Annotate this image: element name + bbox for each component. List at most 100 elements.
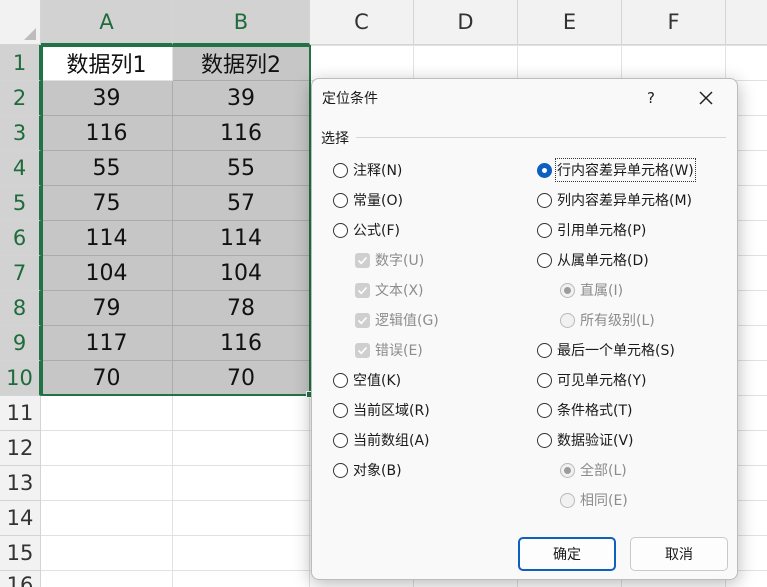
option-errors: 错误(E)	[355, 340, 423, 360]
radio-all-levels	[560, 312, 575, 328]
row-header-14[interactable]: 14	[0, 501, 41, 536]
select-all-corner[interactable]	[0, 0, 41, 45]
radio-current-region[interactable]	[333, 402, 348, 418]
checkmark-icon	[357, 256, 368, 264]
empty-grid-left	[41, 396, 310, 587]
option-objects[interactable]: 对象(B)	[333, 460, 402, 480]
row-header-5[interactable]: 5	[0, 186, 41, 221]
column-header-g[interactable]	[726, 0, 767, 45]
cell-b7[interactable]: 104	[173, 256, 310, 291]
cell-b2[interactable]: 39	[173, 81, 310, 116]
column-header-a[interactable]: A	[41, 0, 173, 45]
checkmark-icon	[357, 316, 368, 324]
radio-data-validation[interactable]	[537, 432, 552, 448]
radio-row-differences[interactable]	[537, 162, 552, 178]
close-button[interactable]	[689, 84, 723, 112]
cell-a8[interactable]: 79	[41, 291, 173, 326]
cell-a1[interactable]: 数据列1	[41, 45, 173, 81]
option-precedents[interactable]: 引用单元格(P)	[537, 220, 646, 240]
option-direct-only: 直属(I)	[560, 280, 623, 300]
option-formulas[interactable]: 公式(F)	[333, 220, 400, 240]
option-current-array[interactable]: 当前数组(A)	[333, 430, 430, 450]
radio-all	[560, 462, 575, 478]
dialog-titlebar[interactable]: 定位条件 ?	[312, 79, 737, 117]
row-header-1[interactable]: 1	[0, 45, 41, 81]
radio-comments[interactable]	[333, 162, 348, 178]
radio-blanks[interactable]	[333, 372, 348, 388]
radio-objects[interactable]	[333, 462, 348, 478]
radio-precedents[interactable]	[537, 222, 552, 238]
checkbox-numbers	[355, 252, 370, 268]
option-current-region[interactable]: 当前区域(R)	[333, 400, 430, 420]
column-header-f[interactable]: F	[622, 0, 726, 45]
cell-b1[interactable]: 数据列2	[173, 45, 310, 81]
cell-b9[interactable]: 116	[173, 326, 310, 361]
option-text: 文本(X)	[355, 280, 424, 300]
row-header-4[interactable]: 4	[0, 151, 41, 186]
option-last-cell[interactable]: 最后一个单元格(S)	[537, 340, 675, 360]
option-all-levels: 所有级别(L)	[560, 310, 655, 330]
option-comments[interactable]: 注释(N)	[333, 160, 402, 180]
cell-a4[interactable]: 55	[41, 151, 173, 186]
column-header-e[interactable]: E	[518, 0, 622, 45]
option-data-validation[interactable]: 数据验证(V)	[537, 430, 634, 450]
ok-button[interactable]: 确定	[518, 537, 616, 571]
checkmark-icon	[357, 346, 368, 354]
option-column-differences[interactable]: 列内容差异单元格(M)	[537, 190, 692, 210]
option-row-differences[interactable]: 行内容差异单元格(W)	[537, 158, 696, 182]
row-header-9[interactable]: 9	[0, 326, 41, 361]
cell-a5[interactable]: 75	[41, 186, 173, 221]
row-header-11[interactable]: 11	[0, 396, 41, 431]
cell-a9[interactable]: 117	[41, 326, 173, 361]
row-header-2[interactable]: 2	[0, 81, 41, 116]
radio-constants[interactable]	[333, 192, 348, 208]
cell-a6[interactable]: 114	[41, 221, 173, 256]
cell-b4[interactable]: 55	[173, 151, 310, 186]
radio-formulas[interactable]	[333, 222, 348, 238]
cell-a2[interactable]: 39	[41, 81, 173, 116]
row-header-13[interactable]: 13	[0, 466, 41, 501]
option-visible-cells[interactable]: 可见单元格(Y)	[537, 370, 646, 390]
selection-group-label: 选择	[321, 131, 349, 147]
option-same: 相同(E)	[560, 490, 628, 510]
radio-dependents[interactable]	[537, 252, 552, 268]
row-header-6[interactable]: 6	[0, 221, 41, 256]
close-icon	[699, 91, 713, 105]
cell-a7[interactable]: 104	[41, 256, 173, 291]
group-divider	[356, 137, 726, 138]
option-constants[interactable]: 常量(O)	[333, 190, 403, 210]
row-header-8[interactable]: 8	[0, 291, 41, 326]
radio-current-array[interactable]	[333, 432, 348, 448]
row-header-15[interactable]: 15	[0, 536, 41, 571]
row-header-3[interactable]: 3	[0, 116, 41, 151]
option-logicals: 逻辑值(G)	[355, 310, 439, 330]
row-header-10[interactable]: 10	[0, 361, 41, 396]
cell-b10[interactable]: 70	[173, 361, 310, 396]
checkbox-errors	[355, 342, 370, 358]
radio-visible-cells[interactable]	[537, 372, 552, 388]
cell-b8[interactable]: 78	[173, 291, 310, 326]
cell-b3[interactable]: 116	[173, 116, 310, 151]
option-blanks[interactable]: 空值(K)	[333, 370, 401, 390]
radio-conditional-formats[interactable]	[537, 402, 552, 418]
column-header-d[interactable]: D	[414, 0, 518, 45]
row-header-12[interactable]: 12	[0, 431, 41, 466]
option-numbers: 数字(U)	[355, 250, 424, 270]
cell-b5[interactable]: 57	[173, 186, 310, 221]
column-header-c[interactable]: C	[310, 0, 414, 45]
row-header-7[interactable]: 7	[0, 256, 41, 291]
row-header-16[interactable]: 16	[0, 571, 41, 587]
checkbox-logicals	[355, 312, 370, 328]
column-header-b[interactable]: B	[173, 0, 310, 45]
radio-last-cell[interactable]	[537, 342, 552, 358]
option-dependents[interactable]: 从属单元格(D)	[537, 250, 649, 270]
cell-a10[interactable]: 70	[41, 361, 173, 396]
cell-a3[interactable]: 116	[41, 116, 173, 151]
radio-direct-only	[560, 282, 575, 298]
option-conditional-formats[interactable]: 条件格式(T)	[537, 400, 632, 420]
cell-b6[interactable]: 114	[173, 221, 310, 256]
go-to-special-dialog: 定位条件 ? 选择 注释(N) 常量(O) 公式(F) 数字(U) 文本(X)	[311, 78, 738, 580]
help-button[interactable]: ?	[637, 84, 665, 112]
radio-column-differences[interactable]	[537, 192, 552, 208]
cancel-button[interactable]: 取消	[630, 537, 728, 571]
